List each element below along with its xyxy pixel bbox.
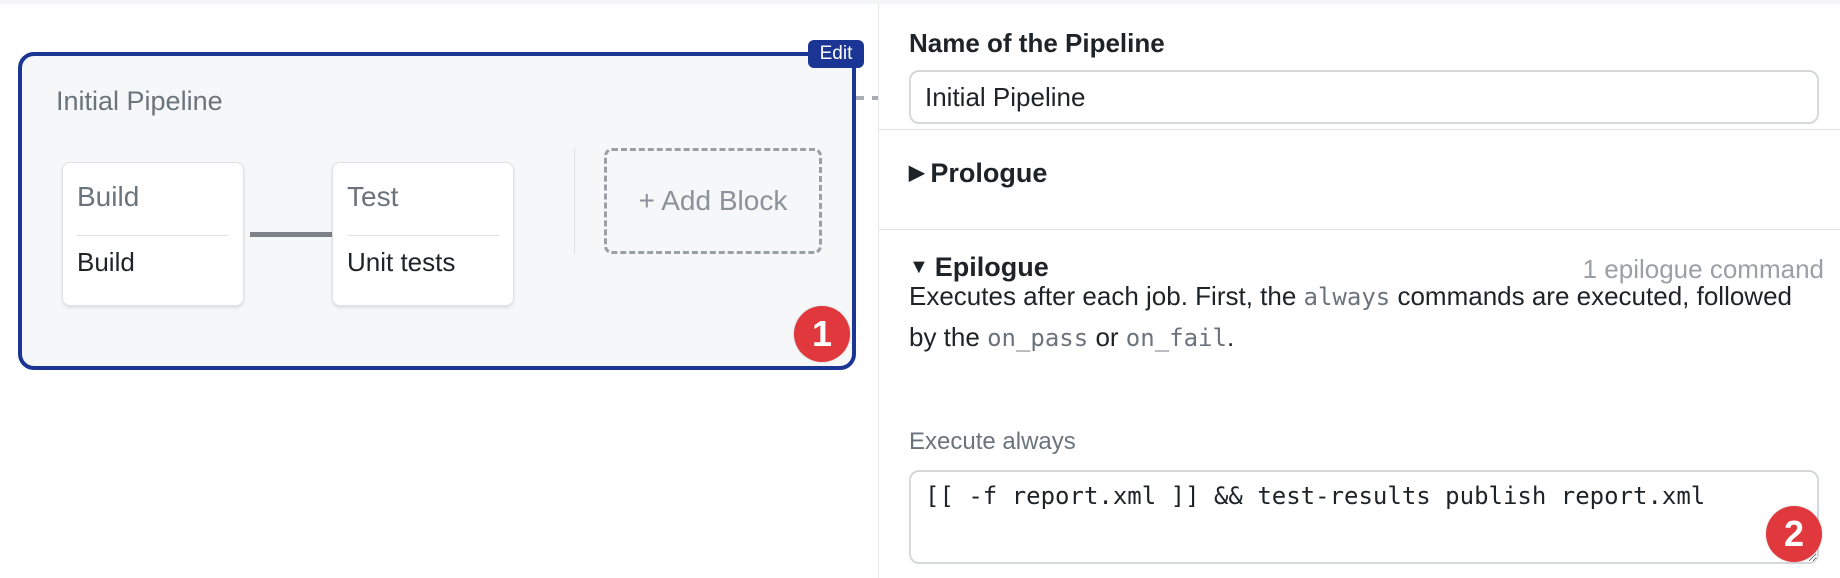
prologue-toggle[interactable]: ▶ Prologue xyxy=(909,158,1047,189)
desc-code-always: always xyxy=(1303,283,1391,311)
add-block-button[interactable]: + Add Block xyxy=(604,148,822,254)
pipeline-name-label: Name of the Pipeline xyxy=(909,28,1165,58)
pipeline-config-panel: Name of the Pipeline ▶Prologue ▼Epilogue… xyxy=(878,4,1840,578)
block-divider xyxy=(347,235,499,236)
annotation-badge-1: 1 xyxy=(794,306,850,362)
block-test[interactable]: Test Unit tests xyxy=(332,162,514,306)
prologue-section: ▶ Prologue xyxy=(879,130,1840,230)
block-job[interactable]: Build xyxy=(77,247,135,278)
annotation-badge-2: 2 xyxy=(1766,506,1822,562)
promotion-connector xyxy=(856,96,880,100)
desc-code-on-fail: on_fail xyxy=(1125,324,1227,352)
pipeline-card[interactable]: Initial Pipeline Build Build Test Unit t… xyxy=(18,52,856,370)
execute-always-textarea[interactable]: [[ -f report.xml ]] && test-results publ… xyxy=(909,470,1819,564)
block-build[interactable]: Build Build xyxy=(62,162,244,306)
edit-pipeline-button[interactable]: Edit xyxy=(808,40,864,68)
triangle-down-icon: ▼ xyxy=(909,256,929,278)
pipeline-name-input[interactable] xyxy=(909,70,1819,124)
desc-text: . xyxy=(1226,322,1235,352)
block-name: Build xyxy=(77,181,140,212)
block-dependency-line xyxy=(250,232,340,237)
block-divider xyxy=(77,235,229,236)
triangle-right-icon: ▶ xyxy=(909,162,925,184)
pipeline-canvas: Initial Pipeline Build Build Test Unit t… xyxy=(0,4,880,578)
desc-text: or xyxy=(1088,322,1126,352)
desc-code-on-pass: on_pass xyxy=(987,324,1089,352)
desc-text: Executes after each job. First, the xyxy=(909,281,1304,311)
epilogue-description: Executes after each job. First, the alwa… xyxy=(909,276,1819,358)
execute-always-label: Execute always xyxy=(909,428,1076,455)
block-job[interactable]: Unit tests xyxy=(347,247,455,278)
pipeline-name-section: Name of the Pipeline xyxy=(879,4,1840,130)
add-block-separator xyxy=(574,148,575,254)
block-name: Test xyxy=(347,181,399,212)
prologue-label: Prologue xyxy=(930,158,1048,188)
pipeline-title: Initial Pipeline xyxy=(56,86,223,116)
workflow-editor: Initial Pipeline Build Build Test Unit t… xyxy=(0,0,1840,578)
